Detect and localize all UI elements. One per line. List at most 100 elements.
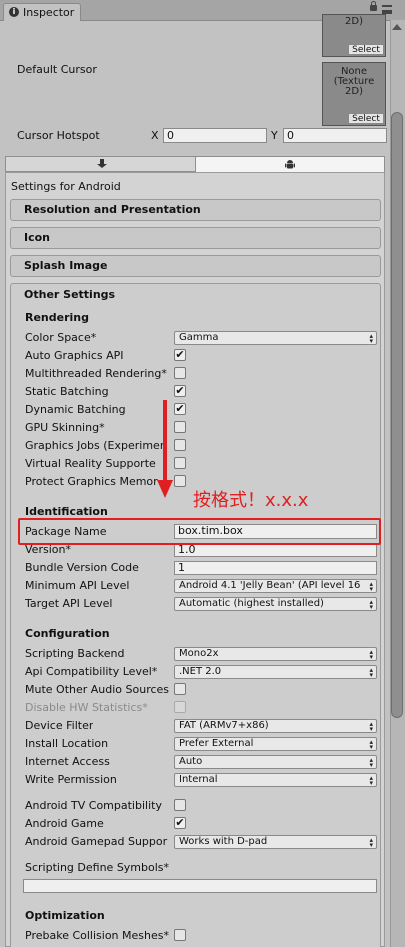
mute-audio-checkbox[interactable]: [174, 683, 186, 695]
cursor-texture-slot: None (Texture 2D) Select: [322, 62, 386, 126]
device-filter-label: Device Filter: [25, 719, 94, 732]
internet-access-dropdown[interactable]: Auto ▴ ▾: [174, 755, 377, 769]
vr-supported-label: Virtual Reality Supporte: [25, 457, 156, 470]
dropdown-arrow-icon: ▴ ▾: [369, 666, 373, 679]
icon-foldout[interactable]: Icon: [10, 227, 381, 249]
static-batching-label: Static Batching: [25, 385, 109, 398]
static-batching-checkbox[interactable]: ✔: [174, 385, 186, 397]
download-icon: [97, 159, 107, 168]
lock-icon[interactable]: [370, 1, 377, 11]
bundle-version-code-input[interactable]: 1: [174, 561, 377, 575]
dropdown-arrow-icon: ▴ ▾: [369, 836, 373, 849]
install-location-label: Install Location: [25, 737, 109, 750]
target-api-value: Automatic (highest installed): [179, 598, 324, 609]
write-permission-label: Write Permission: [25, 773, 117, 786]
device-filter-dropdown[interactable]: FAT (ARMv7+x86) ▴ ▾: [174, 719, 377, 733]
write-permission-value: Internal: [179, 774, 218, 785]
hotspot-x-label: X: [151, 129, 159, 142]
gamepad-support-label: Android Gamepad Suppor: [25, 835, 168, 848]
graphics-jobs-label: Graphics Jobs (Experimen: [25, 439, 167, 452]
settings-for-label: Settings for Android: [11, 180, 121, 193]
select-button[interactable]: Select: [348, 44, 384, 55]
inspector-tab[interactable]: i Inspector: [3, 3, 81, 21]
api-compatibility-label: Api Compatibility Level*: [25, 665, 158, 678]
multithreaded-label: Multithreaded Rendering*: [25, 367, 167, 380]
multithreaded-checkbox[interactable]: [174, 367, 186, 379]
protect-graphics-checkbox[interactable]: [174, 475, 186, 487]
inspector-tab-label: Inspector: [23, 6, 75, 19]
prebake-collision-label: Prebake Collision Meshes*: [25, 929, 169, 942]
splash-foldout[interactable]: Splash Image: [10, 255, 381, 277]
android-icon: [285, 160, 295, 169]
dynamic-batching-label: Dynamic Batching: [25, 403, 126, 416]
info-icon: i: [9, 7, 19, 17]
default-cursor-label: Default Cursor: [17, 63, 97, 76]
color-space-dropdown[interactable]: Gamma ▴ ▾: [174, 331, 377, 345]
internet-access-value: Auto: [179, 756, 203, 767]
hotspot-y-input[interactable]: 0: [283, 128, 387, 143]
color-space-value: Gamma: [179, 332, 219, 343]
texture-slot-text: 2D): [345, 16, 363, 27]
disable-hw-stats-checkbox: [174, 701, 186, 713]
write-permission-dropdown[interactable]: Internal ▴ ▾: [174, 773, 377, 787]
hotspot-y-label: Y: [271, 129, 278, 142]
dropdown-arrow-icon: ▴ ▾: [369, 580, 373, 593]
gpu-skinning-checkbox[interactable]: [174, 421, 186, 433]
prebake-collision-checkbox[interactable]: [174, 929, 186, 941]
scripting-backend-dropdown[interactable]: Mono2x ▴ ▾: [174, 647, 377, 661]
other-settings-header[interactable]: Other Settings: [24, 288, 115, 301]
define-symbols-label: Scripting Define Symbols*: [25, 861, 170, 874]
dropdown-arrow-icon: ▴ ▾: [369, 648, 373, 661]
icon-texture-slot: 2D) Select: [322, 14, 386, 57]
cursor-select-button[interactable]: Select: [348, 113, 384, 124]
resolution-foldout[interactable]: Resolution and Presentation: [10, 199, 381, 221]
gamepad-support-dropdown[interactable]: Works with D-pad ▴ ▾: [174, 835, 377, 849]
cursor-hotspot-label: Cursor Hotspot: [17, 129, 100, 142]
annotation-arrow-head-icon: [157, 480, 173, 498]
gamepad-support-value: Works with D-pad: [179, 836, 268, 847]
scrollbar-thumb[interactable]: [391, 112, 403, 718]
api-compatibility-dropdown[interactable]: .NET 2.0 ▴ ▾: [174, 665, 377, 679]
gpu-skinning-label: GPU Skinning*: [25, 421, 105, 434]
minimum-api-label: Minimum API Level: [25, 579, 130, 592]
annotation-highlight-box: [18, 518, 381, 545]
android-tv-label: Android TV Compatibility: [25, 799, 162, 812]
target-api-dropdown[interactable]: Automatic (highest installed) ▴ ▾: [174, 597, 377, 611]
scripting-backend-label: Scripting Backend: [25, 647, 125, 660]
color-space-label: Color Space*: [25, 331, 97, 344]
android-game-label: Android Game: [25, 817, 104, 830]
graphics-jobs-checkbox[interactable]: [174, 439, 186, 451]
define-symbols-input[interactable]: [23, 879, 377, 893]
android-tv-checkbox[interactable]: [174, 799, 186, 811]
auto-graphics-checkbox[interactable]: ✔: [174, 349, 186, 361]
dynamic-batching-checkbox[interactable]: ✔: [174, 403, 186, 415]
configuration-header: Configuration: [25, 627, 110, 640]
internet-access-label: Internet Access: [25, 755, 110, 768]
minimum-api-value: Android 4.1 'Jelly Bean' (API level 16: [179, 580, 361, 591]
scroll-up-arrow-icon[interactable]: [392, 24, 402, 30]
dropdown-arrow-icon: ▴ ▾: [369, 756, 373, 769]
dropdown-arrow-icon: ▴ ▾: [369, 720, 373, 733]
install-location-dropdown[interactable]: Prefer External ▴ ▾: [174, 737, 377, 751]
annotation-text: 按格式！x.x.x: [193, 490, 309, 511]
menu-icon[interactable]: [382, 5, 392, 14]
mute-audio-label: Mute Other Audio Sources: [25, 683, 170, 696]
scripting-backend-value: Mono2x: [179, 648, 219, 659]
minimum-api-dropdown[interactable]: Android 4.1 'Jelly Bean' (API level 16 ▴…: [174, 579, 377, 593]
rendering-header: Rendering: [25, 311, 89, 324]
dropdown-arrow-icon: ▴ ▾: [369, 332, 373, 345]
dropdown-arrow-icon: ▴ ▾: [369, 774, 373, 787]
version-input[interactable]: 1.0: [174, 543, 377, 557]
optimization-header: Optimization: [25, 909, 105, 922]
vr-supported-checkbox[interactable]: [174, 457, 186, 469]
install-location-value: Prefer External: [179, 738, 254, 749]
bundle-version-code-label: Bundle Version Code: [25, 561, 139, 574]
dropdown-arrow-icon: ▴ ▾: [369, 598, 373, 611]
tab-android[interactable]: [195, 156, 385, 172]
tab-standalone[interactable]: [5, 156, 196, 172]
android-game-checkbox[interactable]: ✔: [174, 817, 186, 829]
protect-graphics-label: Protect Graphics Memor: [25, 475, 158, 488]
dropdown-arrow-icon: ▴ ▾: [369, 738, 373, 751]
annotation-arrow: [163, 400, 167, 482]
hotspot-x-input[interactable]: 0: [163, 128, 267, 143]
